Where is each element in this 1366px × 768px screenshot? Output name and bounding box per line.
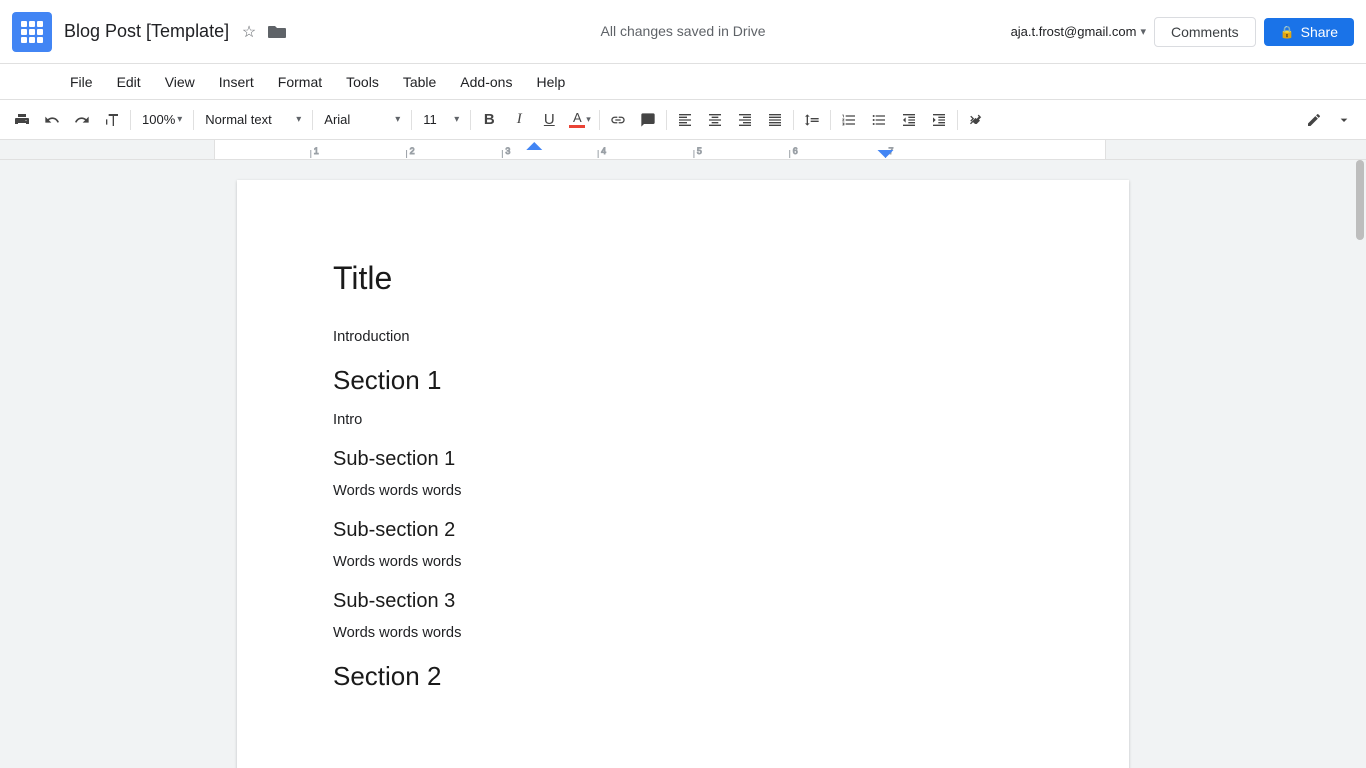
increase-indent-button[interactable] (925, 106, 953, 134)
user-email[interactable]: aja.t.frost@gmail.com ▾ (1011, 24, 1146, 39)
document-area: Title Introduction Section 1 Intro Sub-s… (0, 160, 1366, 768)
subsection2-body[interactable]: Words words words (333, 554, 1033, 570)
paint-format-button[interactable] (98, 106, 126, 134)
svg-text:6: 6 (793, 146, 798, 156)
subsection3-body[interactable]: Words words words (333, 625, 1033, 641)
save-status: All changes saved in Drive (601, 23, 766, 39)
document-page[interactable]: Title Introduction Section 1 Intro Sub-s… (237, 180, 1129, 768)
menu-tools[interactable]: Tools (336, 70, 389, 94)
menu-table[interactable]: Table (393, 70, 446, 94)
separator-3 (312, 110, 313, 130)
section1-heading[interactable]: Section 1 (333, 365, 1033, 396)
menu-addons[interactable]: Add-ons (450, 70, 522, 94)
align-center-button[interactable] (701, 106, 729, 134)
separator-2 (193, 110, 194, 130)
text-color-button[interactable]: A ▾ (565, 106, 595, 134)
decrease-indent-button[interactable] (895, 106, 923, 134)
doc-intro-text[interactable]: Introduction (333, 329, 1033, 345)
font-dropdown[interactable]: Arial ▾ (317, 106, 407, 134)
separator-9 (830, 110, 831, 130)
svg-text:1: 1 (314, 146, 319, 156)
document-heading-title[interactable]: Title (333, 260, 1033, 297)
insert-comment-button[interactable] (634, 106, 662, 134)
separator-7 (666, 110, 667, 130)
svg-text:5: 5 (697, 146, 702, 156)
font-size-dropdown[interactable]: 11 ▾ (416, 106, 466, 134)
separator-4 (411, 110, 412, 130)
comments-button[interactable]: Comments (1154, 17, 1256, 47)
menu-bar: File Edit View Insert Format Tools Table… (0, 64, 1366, 100)
subsection2-heading[interactable]: Sub-section 2 (333, 519, 1033, 542)
toolbar: 100% ▾ Normal text ▾ Arial ▾ 11 ▾ B I U … (0, 100, 1366, 140)
underline-button[interactable]: U (535, 106, 563, 134)
separator-5 (470, 110, 471, 130)
expand-toolbar-button[interactable] (1330, 106, 1358, 134)
svg-text:3: 3 (505, 146, 510, 156)
style-arrow: ▾ (296, 114, 301, 125)
print-button[interactable] (8, 106, 36, 134)
separator-10 (957, 110, 958, 130)
zoom-arrow: ▾ (177, 114, 182, 125)
menu-insert[interactable]: Insert (209, 70, 264, 94)
menu-file[interactable]: File (60, 70, 103, 94)
menu-format[interactable]: Format (268, 70, 332, 94)
section2-heading[interactable]: Section 2 (333, 661, 1033, 692)
subsection1-body[interactable]: Words words words (333, 483, 1033, 499)
line-spacing-button[interactable] (798, 106, 826, 134)
share-button[interactable]: 🔒 Share (1264, 18, 1354, 46)
undo-button[interactable] (38, 106, 66, 134)
menu-edit[interactable]: Edit (107, 70, 151, 94)
font-arrow: ▾ (395, 114, 400, 125)
redo-button[interactable] (68, 106, 96, 134)
top-right-actions: aja.t.frost@gmail.com ▾ Comments 🔒 Share (1011, 17, 1354, 47)
subsection3-heading[interactable]: Sub-section 3 (333, 590, 1033, 613)
subsection1-heading[interactable]: Sub-section 1 (333, 448, 1033, 471)
folder-icon[interactable] (265, 20, 289, 44)
justify-button[interactable] (761, 106, 789, 134)
bullet-list-button[interactable] (865, 106, 893, 134)
clear-formatting-button[interactable] (962, 106, 990, 134)
ruler: 1 2 3 4 5 6 7 (0, 140, 1366, 160)
style-dropdown[interactable]: Normal text ▾ (198, 106, 308, 134)
app-menu-button[interactable] (12, 12, 52, 52)
align-right-button[interactable] (731, 106, 759, 134)
svg-text:4: 4 (601, 146, 606, 156)
svg-text:2: 2 (410, 146, 415, 156)
size-arrow: ▾ (454, 114, 459, 125)
bold-button[interactable]: B (475, 106, 503, 134)
separator-6 (599, 110, 600, 130)
scrollbar-thumb[interactable] (1356, 160, 1364, 240)
numbered-list-button[interactable] (835, 106, 863, 134)
separator-8 (793, 110, 794, 130)
scrollbar[interactable] (1354, 160, 1366, 768)
align-left-button[interactable] (671, 106, 699, 134)
separator-1 (130, 110, 131, 130)
document-title[interactable]: Blog Post [Template] (64, 21, 229, 42)
insert-link-button[interactable] (604, 106, 632, 134)
italic-button[interactable]: I (505, 106, 533, 134)
menu-help[interactable]: Help (526, 70, 575, 94)
section1-intro[interactable]: Intro (333, 412, 1033, 428)
star-icon[interactable]: ☆ (237, 20, 261, 44)
lock-icon: 🔒 (1280, 25, 1295, 39)
doc-title-area: Blog Post [Template] ☆ (64, 20, 1011, 44)
zoom-dropdown[interactable]: 100% ▾ (135, 106, 189, 134)
edit-mode-button[interactable] (1300, 106, 1328, 134)
top-bar: Blog Post [Template] ☆ All changes saved… (0, 0, 1366, 64)
menu-view[interactable]: View (155, 70, 205, 94)
